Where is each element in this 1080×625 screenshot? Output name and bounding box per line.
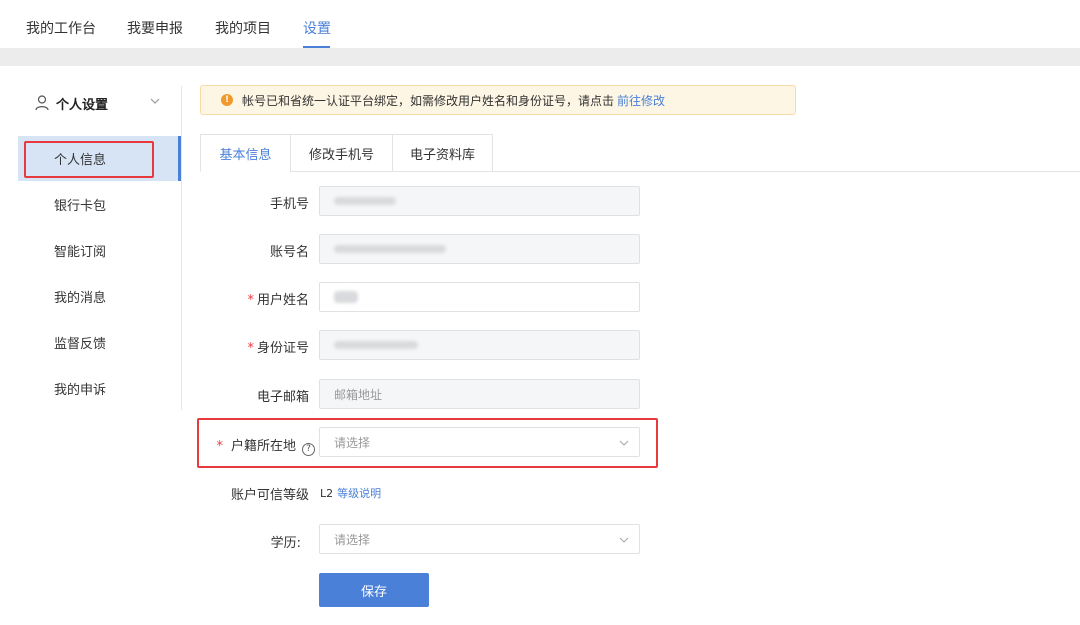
household-select[interactable]: 请选择 — [319, 427, 640, 457]
idcard-field — [319, 330, 640, 360]
sidebar-item-label: 我的消息 — [54, 291, 107, 306]
sidebar-item-label: 智能订阅 — [54, 245, 107, 260]
notice-link[interactable]: 前往修改 — [617, 92, 665, 109]
redacted-value — [334, 291, 358, 303]
name-field — [319, 282, 640, 312]
tab-change-phone[interactable]: 修改手机号 — [290, 134, 392, 172]
tab-label: 基本信息 — [219, 147, 272, 163]
question-circle-icon[interactable]: ? — [302, 443, 315, 456]
level-value-row: L2 等级说明 — [320, 485, 381, 501]
email-label: 电子邮箱 — [256, 390, 309, 405]
nav-item-settings[interactable]: 设置 — [303, 18, 331, 38]
user-icon — [35, 95, 49, 111]
email-placeholder: 邮箱地址 — [334, 387, 383, 402]
household-label-text: 户籍所在地 — [230, 439, 296, 454]
required-mark: * — [247, 293, 254, 308]
account-label: 账号名 — [269, 245, 309, 260]
level-info-link[interactable]: 等级说明 — [337, 487, 381, 500]
sidebar-item-messages[interactable]: 我的消息 — [18, 274, 181, 319]
notice-text: 帐号已和省统一认证平台绑定，如需修改用户姓名和身份证号，请点击 — [242, 93, 615, 108]
education-select[interactable]: 请选择 — [319, 524, 640, 554]
sidebar-item-label: 个人信息 — [54, 153, 107, 168]
sidebar-item-label: 监督反馈 — [54, 337, 107, 352]
save-button[interactable]: 保存 — [319, 573, 429, 607]
notice-bar: ! 帐号已和省统一认证平台绑定，如需修改用户姓名和身份证号，请点击 前往修改 — [200, 85, 796, 115]
education-placeholder: 请选择 — [334, 532, 371, 547]
education-label: 学历: — [270, 536, 301, 551]
sidebar-header[interactable]: 个人设置 — [35, 94, 109, 113]
sidebar-item-appeals[interactable]: 我的申诉 — [18, 366, 181, 411]
household-placeholder: 请选择 — [334, 435, 371, 450]
chevron-down-icon — [619, 440, 629, 446]
name-label: * 用户姓名 — [200, 289, 309, 308]
nav-item-projects[interactable]: 我的项目 — [215, 18, 271, 38]
level-label: 账户可信等级 — [230, 488, 309, 503]
household-label: * 户籍所在地? — [200, 435, 315, 456]
required-mark: * — [247, 341, 254, 356]
tab-label: 电子资料库 — [409, 147, 475, 163]
level-value: L2 — [320, 487, 334, 500]
chevron-down-icon[interactable] — [150, 96, 160, 106]
warning-icon: ! — [221, 94, 233, 106]
email-field[interactable]: 邮箱地址 — [319, 379, 640, 409]
phone-field — [319, 186, 640, 216]
idcard-label-text: 身份证号 — [256, 341, 309, 356]
sidebar-header-label: 个人设置 — [56, 97, 109, 113]
name-label-text: 用户姓名 — [256, 293, 309, 308]
nav-item-workbench[interactable]: 我的工作台 — [26, 18, 96, 38]
tab-label: 修改手机号 — [308, 147, 374, 163]
header-band — [0, 48, 1080, 66]
redacted-value — [334, 197, 396, 205]
sidebar-item-bank-cards[interactable]: 银行卡包 — [18, 182, 181, 227]
redacted-value — [334, 341, 418, 349]
tab-bar: 基本信息 修改手机号 电子资料库 — [200, 134, 493, 172]
tab-e-documents[interactable]: 电子资料库 — [392, 134, 493, 172]
phone-label: 手机号 — [269, 197, 309, 212]
sidebar-item-label: 银行卡包 — [54, 199, 107, 214]
sidebar-item-label: 我的申诉 — [54, 383, 107, 398]
idcard-label: * 身份证号 — [200, 337, 309, 356]
top-nav: 我的工作台 我要申报 我的项目 设置 — [0, 0, 1080, 50]
tab-divider — [492, 171, 1080, 172]
sidebar-item-personal-info[interactable]: 个人信息 — [18, 136, 181, 181]
nav-item-declare[interactable]: 我要申报 — [127, 18, 183, 38]
sidebar-divider — [181, 86, 182, 410]
account-field — [319, 234, 640, 264]
tab-basic-info[interactable]: 基本信息 — [200, 134, 290, 172]
sidebar-item-feedback[interactable]: 监督反馈 — [18, 320, 181, 365]
redacted-value — [334, 245, 446, 253]
chevron-down-icon — [619, 537, 629, 543]
required-mark: * — [216, 439, 223, 454]
sidebar-item-subscription[interactable]: 智能订阅 — [18, 228, 181, 273]
